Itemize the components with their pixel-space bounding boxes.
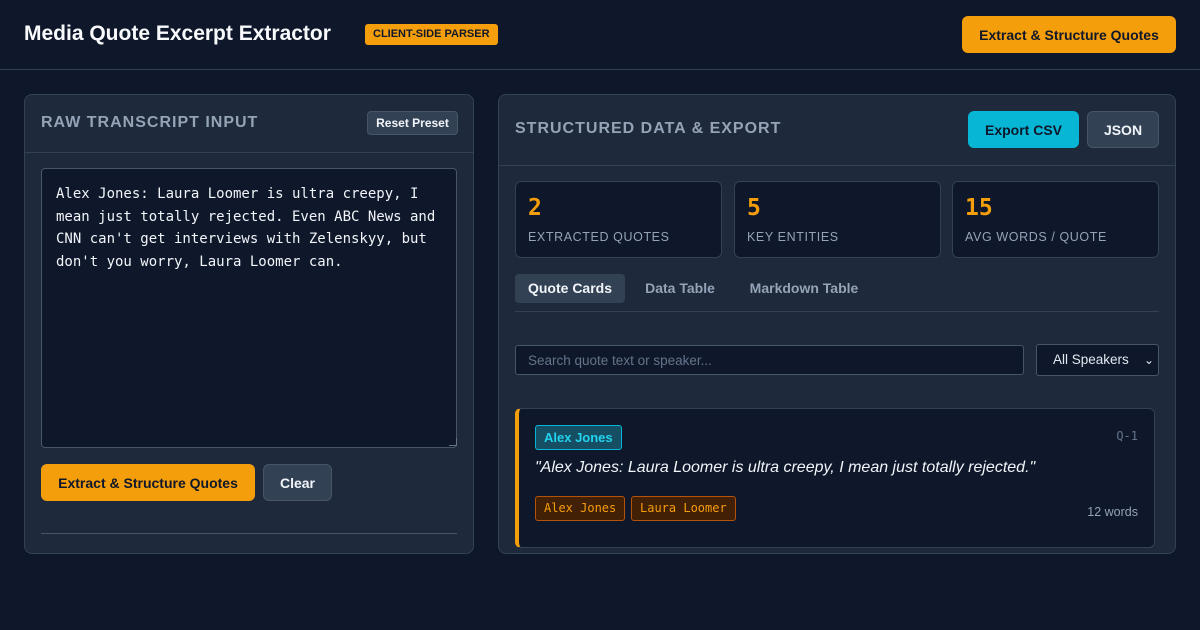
speaker-filter-value: All Speakers (1053, 352, 1129, 367)
output-panel-header: STRUCTURED DATA & EXPORT Export CSV JSON (499, 95, 1175, 166)
quote-id: Q-1 (1116, 429, 1138, 443)
export-csv-button[interactable]: Export CSV (968, 111, 1079, 148)
structured-data-panel: STRUCTURED DATA & EXPORT Export CSV JSON… (498, 94, 1176, 554)
speaker-tag[interactable]: Alex Jones (535, 425, 622, 450)
quote-text: "Alex Jones: Laura Loomer is ultra creep… (535, 459, 1036, 476)
stat-value: 5 (747, 195, 761, 221)
chevron-down-icon: ⌄ (1143, 353, 1154, 367)
stat-label: KEY ENTITIES (747, 230, 839, 244)
tab-data-table[interactable]: Data Table (635, 274, 725, 303)
stat-value: 2 (528, 195, 542, 221)
tab-markdown-table[interactable]: Markdown Table (737, 274, 871, 303)
top-bar: Media Quote Excerpt Extractor CLIENT-SID… (0, 0, 1200, 70)
quote-card: Alex Jones Q-1 "Alex Jones: Laura Loomer… (515, 408, 1155, 548)
extract-button-header[interactable]: Extract & Structure Quotes (962, 16, 1176, 53)
speaker-filter-select[interactable]: All Speakers ⌄ (1036, 344, 1159, 376)
json-button[interactable]: JSON (1087, 111, 1159, 148)
clear-button[interactable]: Clear (263, 464, 332, 501)
extract-button[interactable]: Extract & Structure Quotes (41, 464, 255, 501)
tabs-divider (515, 311, 1159, 312)
divider (41, 533, 457, 534)
input-panel-title: RAW TRANSCRIPT INPUT (41, 114, 259, 131)
stat-label: EXTRACTED QUOTES (528, 230, 670, 244)
stat-label: AVG WORDS / QUOTE (965, 230, 1107, 244)
output-panel-title: STRUCTURED DATA & EXPORT (515, 120, 782, 137)
stat-card-avg-words: 15 AVG WORDS / QUOTE (952, 181, 1159, 258)
app-title: Media Quote Excerpt Extractor (24, 22, 331, 45)
reset-preset-button[interactable]: Reset Preset (367, 111, 458, 135)
input-panel-header: RAW TRANSCRIPT INPUT Reset Preset (25, 95, 473, 153)
stat-card-entities: 5 KEY ENTITIES (734, 181, 941, 258)
entity-tag[interactable]: Alex Jones (535, 496, 626, 521)
entity-tag[interactable]: Laura Loomer (631, 496, 736, 521)
transcript-input-panel: RAW TRANSCRIPT INPUT Reset Preset Alex J… (24, 94, 474, 554)
stat-value: 15 (965, 195, 993, 221)
transcript-textarea[interactable]: Alex Jones: Laura Loomer is ultra creepy… (41, 168, 457, 448)
tab-quote-cards[interactable]: Quote Cards (515, 274, 625, 303)
parser-badge: CLIENT-SIDE PARSER (365, 24, 498, 45)
word-count: 12 words (1087, 505, 1138, 519)
resize-grip-icon[interactable] (449, 438, 457, 446)
stat-card-quotes: 2 EXTRACTED QUOTES (515, 181, 722, 258)
quote-search-input[interactable] (515, 345, 1024, 375)
